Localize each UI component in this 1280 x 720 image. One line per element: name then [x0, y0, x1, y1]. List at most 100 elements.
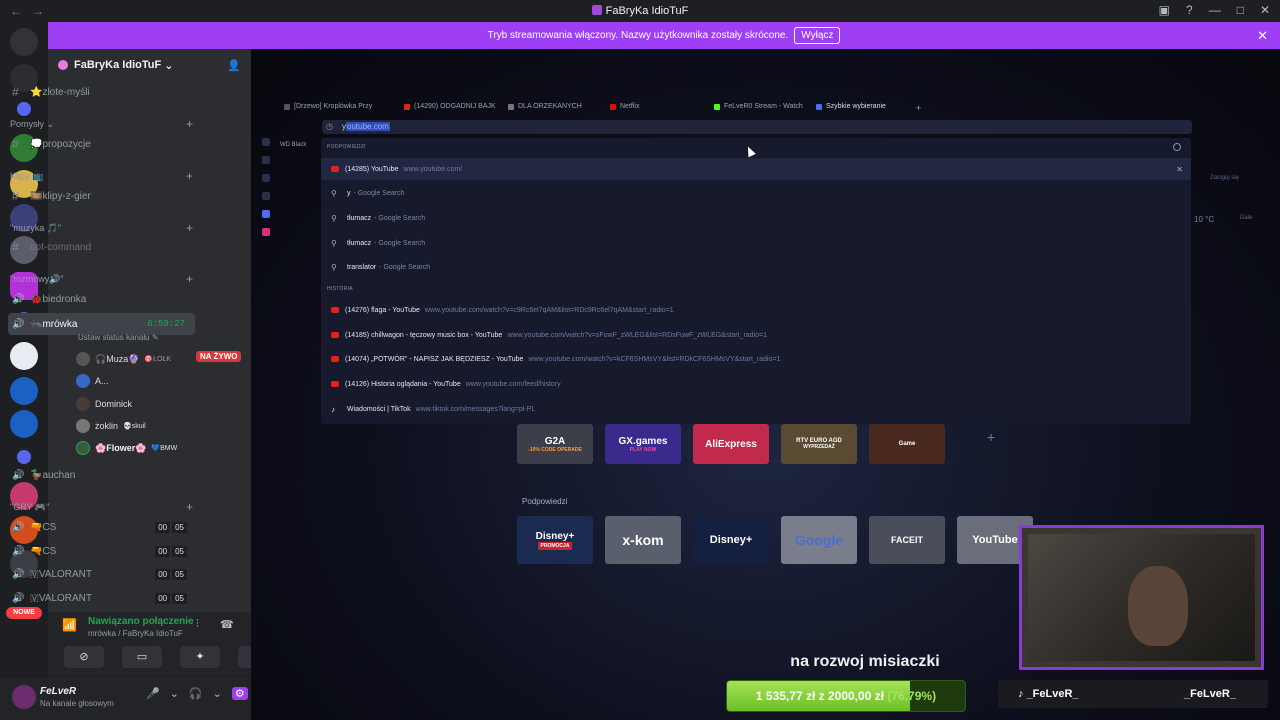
close-icon[interactable]: ✕	[1176, 165, 1183, 174]
category-pomysly[interactable]: Pomysły ⌄ +	[10, 117, 195, 131]
help-icon[interactable]: ?	[1186, 3, 1193, 17]
channel-klipy-z-gier[interactable]: # 🎞️klipy-z-gier	[8, 186, 195, 206]
channel-mrowka[interactable]: 🔊 🐜mrówka 6:59:27	[8, 313, 195, 335]
speed-dial-gx-games[interactable]: GX.games PLAY NOW	[605, 424, 681, 464]
bookmark-item[interactable]: WD Black	[280, 142, 306, 148]
browser-tab-active[interactable]: Szybkie wybieranie	[816, 103, 886, 110]
category-muzyka[interactable]: "muzyka 🎵" +	[10, 221, 195, 235]
invite-icon[interactable]: 👤	[227, 59, 241, 72]
channel-valorant[interactable]: 🔊 🇻VALORANT 00 05	[8, 564, 195, 584]
voice-user[interactable]: 🌸Flower🌸 💙BMW	[76, 441, 177, 455]
folder-icon[interactable]	[17, 450, 31, 464]
history-row[interactable]: ♪ Wiadomości | TikTok www.tiktok.com/messa…	[321, 398, 1191, 420]
browser-tab[interactable]: DLA ORZEKANYCH	[508, 103, 582, 110]
add-channel-icon[interactable]: +	[186, 117, 193, 131]
sign-in-link[interactable]: Zaloguj się	[1210, 175, 1239, 181]
browser-tab[interactable]: FeLveR0 Stream - Watch	[714, 103, 803, 110]
category-rozmowy[interactable]: "rozmowy🔊" +	[10, 272, 195, 286]
channel-biedronka[interactable]: 🔊 🐞biedronka	[8, 289, 195, 309]
weather-widget[interactable]: 10 °C	[1194, 215, 1214, 224]
weather-more-link[interactable]: Dale	[1240, 215, 1252, 221]
speed-dial-disney[interactable]: Disney+	[693, 516, 769, 564]
history-row[interactable]: (14276) flaga - YouTube www.youtube.com/w…	[321, 299, 1191, 321]
channel-cs[interactable]: 🔊 🔫CS 00 05	[8, 541, 195, 561]
new-tab-button[interactable]: +	[916, 103, 921, 113]
sidebar-icon[interactable]	[262, 156, 270, 164]
suggestion-row[interactable]: (14285) YouTube www.youtube.com/✕	[321, 158, 1191, 180]
username[interactable]: FeLveR	[40, 686, 76, 697]
channel-valorant[interactable]: 🔊 🇻VALORANT 00 05	[8, 588, 195, 608]
inbox-icon[interactable]: ▣	[1159, 3, 1170, 17]
address-bar[interactable]: ◷ youtube.com	[322, 120, 1192, 134]
browser-tab[interactable]: (14290) ODGADNIJ BAJK	[404, 103, 496, 110]
history-row[interactable]: (14074) „POTWÓR" - NAPISZ JAK BĘDZIESZ -…	[321, 348, 1191, 370]
channel-cs[interactable]: 🔊 🔫CS 00 05	[8, 517, 195, 537]
fixit-server-icon[interactable]	[10, 410, 38, 438]
speed-dial-faceit[interactable]: FACEIT	[869, 516, 945, 564]
browser-tab[interactable]: Netflix	[610, 103, 639, 110]
disconnect-icon[interactable]: ☎	[220, 618, 234, 631]
speed-dial-x-kom[interactable]: x-kom	[605, 516, 681, 564]
suggestion-row[interactable]: ⚲ y - Google Search	[321, 182, 1191, 204]
channel-propozycje[interactable]: # 💭propozycje	[8, 134, 195, 154]
speed-dial-rtv-euro-agd[interactable]: RTV EURO AGD WYPRZEDAŻ	[781, 424, 857, 464]
voice-user[interactable]: Dominick	[76, 397, 132, 411]
history-row[interactable]: (14185) chillwagon - tęczowy music box -…	[321, 324, 1191, 346]
add-channel-icon[interactable]: +	[186, 221, 193, 235]
speed-dial-game[interactable]: Game	[869, 424, 945, 464]
voice-user[interactable]: żoklin 💀skuil	[76, 419, 146, 433]
tiktok-handle: ♪ _FeLveR_	[1018, 688, 1079, 700]
speed-dial-disney-promo[interactable]: Disney+ PROMOCJA	[517, 516, 593, 564]
set-channel-status[interactable]: Ustaw status kanału ✎	[78, 333, 159, 342]
address-input[interactable]: youtube.com	[342, 122, 390, 131]
close-icon[interactable]: ✕	[1257, 28, 1268, 44]
chevron-down-icon[interactable]: ⌄	[213, 687, 222, 700]
speed-dial-aliexpress[interactable]: AliExpress	[693, 424, 769, 464]
voice-status[interactable]: Nawiązano połączenie	[88, 616, 194, 627]
suggestion-row[interactable]: ⚲ tłumacz - Google Search	[321, 232, 1191, 254]
chevron-down-icon[interactable]: ⌄	[170, 687, 179, 700]
noise-suppression-icon[interactable]: ⫶	[196, 618, 199, 631]
headphones-icon[interactable]: 🎧	[189, 687, 203, 700]
fixit-server-icon[interactable]	[10, 377, 38, 405]
history-row[interactable]: (14126) Historia oglądania - YouTube www.…	[321, 373, 1191, 395]
add-speed-dial-button[interactable]: +	[987, 429, 995, 445]
minimize-icon[interactable]: —	[1209, 3, 1221, 17]
folder-icon[interactable]	[17, 102, 31, 116]
suggestion-row[interactable]: ⚲ translator - Google Search	[321, 256, 1191, 278]
speed-dial-g2a[interactable]: G2A -10% CODE OPERADE	[517, 424, 593, 464]
camera-off-button[interactable]: ⊘	[64, 646, 104, 668]
signal-icon[interactable]: 📶	[62, 618, 77, 632]
close-icon[interactable]: ✕	[1260, 3, 1270, 17]
activities-button[interactable]: ✦	[180, 646, 220, 668]
instagram-icon[interactable]	[262, 228, 270, 236]
bmw-server-icon[interactable]	[10, 342, 38, 370]
avatar[interactable]	[12, 685, 36, 709]
add-channel-icon[interactable]: +	[186, 272, 193, 286]
add-channel-icon[interactable]: +	[186, 169, 193, 183]
sidebar-icon[interactable]	[262, 138, 270, 146]
suggestion-row[interactable]: ⚲ tłumacz - Google Search	[321, 207, 1191, 229]
screen-share-button[interactable]: ▭	[122, 646, 162, 668]
maximize-icon[interactable]: □	[1237, 3, 1244, 17]
gear-icon[interactable]	[1173, 143, 1181, 151]
disable-streamer-mode-button[interactable]: Wyłącz	[794, 27, 841, 44]
voice-location[interactable]: mrówka / FaBryKa IdioTuF	[88, 629, 183, 638]
gear-icon[interactable]: ⚙	[231, 687, 248, 700]
discord-home-icon[interactable]	[10, 28, 38, 56]
channel-zlote-mysli[interactable]: # ⭐złote-myśli	[8, 82, 195, 102]
speed-dial-google[interactable]: Google	[781, 516, 857, 564]
voice-user[interactable]: 🎧Muza🔮 🎯ŁOŁK	[76, 352, 171, 366]
sidebar-icon[interactable]	[262, 192, 270, 200]
category-gry[interactable]: "GRY 🎮" +	[10, 500, 195, 514]
browser-tab[interactable]: [Drzewo] Kroplówka Przy	[284, 103, 372, 110]
messenger-icon[interactable]	[262, 210, 270, 218]
add-channel-icon[interactable]: +	[186, 500, 193, 514]
guild-header[interactable]: FaBryKa IdioTuF ⌄ 👤	[48, 49, 251, 81]
voice-user[interactable]: A...	[76, 374, 109, 388]
sidebar-icon[interactable]	[262, 174, 270, 182]
microphone-icon[interactable]: 🎤	[146, 687, 160, 700]
channel-auchan[interactable]: 🔊 🦆auchan	[8, 465, 195, 485]
channel-bot-command[interactable]: # bot-command	[8, 237, 195, 257]
category-klipy[interactable]: Klipy 📺 +	[10, 169, 195, 183]
